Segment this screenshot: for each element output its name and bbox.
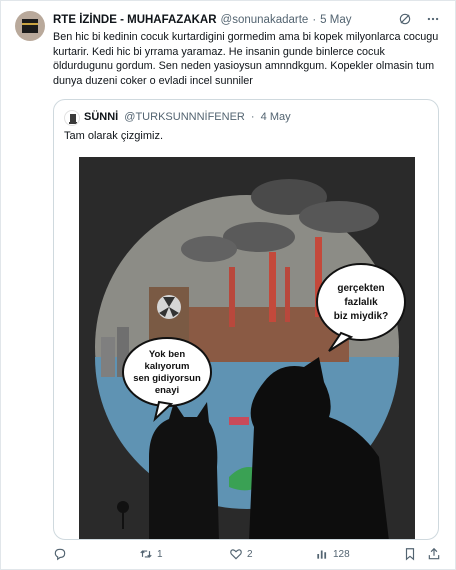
views-icon (317, 550, 327, 559)
retweet-count: 1 (157, 548, 163, 560)
bubble-right-line-3: biz miydik? (334, 311, 388, 322)
bookmark-icon (405, 548, 415, 561)
like-count: 2 (247, 548, 253, 560)
cartoon-image[interactable]: Yok ben kalıyorum sen gidiyorsun enayi g… (79, 157, 415, 539)
more-icon[interactable] (425, 11, 441, 27)
author-name[interactable]: RTE İZİNDE - MUHAFAZAKAR (53, 14, 217, 26)
kaaba-image (22, 19, 38, 33)
separator-dot: · (312, 14, 317, 26)
author-handle[interactable]: @sonunakadarte (221, 14, 309, 26)
retweet-icon (140, 550, 152, 558)
quote-date[interactable]: 4 May (261, 111, 291, 123)
quote-author-handle[interactable]: @TURKSUNNNİFENER (124, 111, 245, 123)
like-icon (230, 549, 242, 560)
tweet-actions: 1 2 128 (53, 547, 443, 565)
quoted-tweet[interactable]: SÜNNİ @TURKSUNNNİFENER · 4 May Tam olara… (53, 99, 439, 540)
share-icon (428, 547, 440, 560)
header-actions (397, 11, 441, 27)
kaaba-band (22, 23, 38, 25)
bubble-left-line-4: enayi (155, 385, 179, 396)
reply-button[interactable] (53, 547, 71, 561)
views-count: 128 (333, 548, 350, 560)
grok-icon[interactable] (397, 11, 413, 27)
author-avatar[interactable] (15, 11, 45, 41)
reply-icon (54, 548, 66, 561)
bubble-left-line-2: kalıyorum (145, 361, 190, 372)
tweet-text: Ben hic bi kedinin cocuk kurtardigini go… (53, 31, 439, 87)
tweet-date[interactable]: 5 May (320, 14, 351, 26)
views-button[interactable]: 128 (315, 547, 350, 561)
bubble-right-line-1: gerçekten (337, 283, 384, 294)
quote-text: Tam olarak çizgimiz. (64, 130, 164, 142)
retweet-button[interactable]: 1 (139, 547, 163, 561)
separator-dot: · (250, 111, 255, 123)
bookmark-button[interactable] (403, 547, 417, 561)
share-button[interactable] (427, 547, 441, 561)
tweet-card[interactable]: RTE İZİNDE - MUHAFAZAKAR @sonunakadarte … (0, 0, 456, 570)
bubble-left-line-1: Yok ben (149, 349, 185, 360)
quote-author-avatar[interactable] (64, 110, 80, 126)
tweet-header: RTE İZİNDE - MUHAFAZAKAR @sonunakadarte … (53, 12, 413, 28)
like-button[interactable]: 2 (229, 547, 253, 561)
bubble-right-line-2: fazlalık (344, 297, 378, 308)
quote-header: SÜNNİ @TURKSUNNNİFENER · 4 May (84, 111, 291, 123)
bubble-left-line-3: sen gidiyorsun (133, 373, 201, 384)
quote-author-name[interactable]: SÜNNİ (84, 111, 118, 123)
